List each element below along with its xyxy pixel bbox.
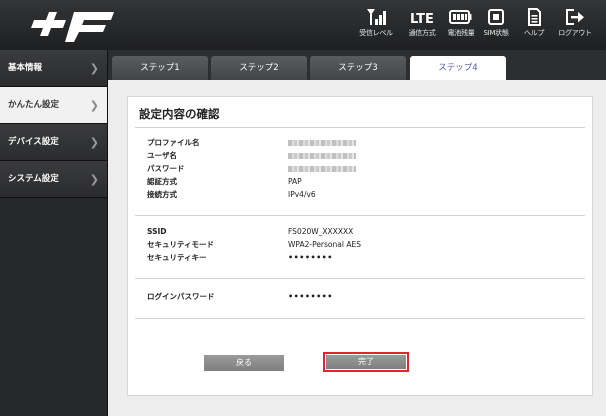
auth-method-label: 認証方式 <box>147 177 177 186</box>
sidebar-item-basic-info[interactable]: 基本情報 ❯ <box>0 50 107 87</box>
tab-step-3[interactable]: ステップ3 <box>310 56 406 80</box>
brand-logo <box>31 12 114 42</box>
section-divider <box>135 318 585 319</box>
signal-label: 受信レベル <box>359 29 393 37</box>
sim-label: SIM状態 <box>483 29 509 37</box>
sidebar-item-device-settings[interactable]: デバイス設定 ❯ <box>0 124 107 161</box>
profile-name-label: プロファイル名 <box>147 138 200 147</box>
connection-method-label: 接続方式 <box>147 190 177 199</box>
sidebar-item-system-settings[interactable]: システム設定 ❯ <box>0 161 107 198</box>
ssid-value: FS020W_XXXXXX <box>288 227 354 236</box>
password-label: パスワード <box>147 164 185 173</box>
step-tabbar: ステップ1 ステップ2 ステップ3 ステップ4 <box>108 50 606 80</box>
battery-icon[interactable]: 電池残量 <box>442 8 480 46</box>
tab-step-4[interactable]: ステップ4 <box>410 56 506 80</box>
sidebar-item-label: 基本情報 <box>8 63 43 73</box>
chevron-right-icon: ❯ <box>89 136 99 149</box>
lte-label: 通信方式 <box>408 29 436 37</box>
auth-method-value: PAP <box>288 177 302 186</box>
done-button-label: 完了 <box>326 355 406 369</box>
username-value-masked <box>288 150 356 163</box>
login-password-label: ログインパスワード <box>147 292 215 301</box>
connection-method-value: IPv4/v6 <box>288 190 316 199</box>
tab-step-1[interactable]: ステップ1 <box>112 56 208 80</box>
chevron-right-icon: ❯ <box>89 62 99 75</box>
help-label: ヘルプ <box>523 29 545 37</box>
section-divider <box>135 215 585 216</box>
sidebar-item-label: デバイス設定 <box>8 137 59 147</box>
lte-badge-text: LTE <box>410 12 434 26</box>
battery-label: 電池残量 <box>447 29 475 37</box>
done-button[interactable]: 完了 <box>323 352 409 372</box>
help-icon[interactable]: ヘルプ <box>515 8 553 46</box>
app-header: 受信レベル LTE 通信方式 電池残量 SIM状態 ヘルプ ログアウト <box>0 0 606 50</box>
ssid-label: SSID <box>147 227 167 236</box>
section-divider <box>135 278 585 279</box>
security-key-value: •••••••• <box>288 253 333 262</box>
tab-step-2[interactable]: ステップ2 <box>211 56 307 80</box>
chevron-right-icon: ❯ <box>89 173 99 186</box>
profile-name-value-masked <box>288 137 356 150</box>
sidebar-item-label: かんたん設定 <box>8 100 60 110</box>
logout-label: ログアウト <box>558 29 592 37</box>
sidebar-empty-area <box>0 198 107 416</box>
sidebar-item-label: システム設定 <box>8 174 59 184</box>
security-mode-value: WPA2-Personal AES <box>288 240 361 249</box>
sidebar-item-easy-setup[interactable]: かんたん設定 ❯ <box>0 87 107 124</box>
security-key-label: セキュリティキー <box>147 253 207 262</box>
security-mode-label: セキュリティモード <box>147 240 215 249</box>
login-password-value: •••••••• <box>288 292 333 301</box>
chevron-right-icon: ❯ <box>89 99 99 112</box>
page-title: 設定内容の確認 <box>139 107 220 121</box>
username-label: ユーザ名 <box>147 151 177 160</box>
password-value-masked <box>288 163 356 176</box>
back-button[interactable]: 戻る <box>204 355 284 371</box>
logout-icon[interactable]: ログアウト <box>556 8 594 46</box>
lte-icon[interactable]: LTE 通信方式 <box>403 8 441 46</box>
sim-icon[interactable]: SIM状態 <box>477 8 515 46</box>
title-divider <box>135 127 585 128</box>
sidebar: 基本情報 ❯ かんたん設定 ❯ デバイス設定 ❯ システム設定 ❯ <box>0 50 108 416</box>
signal-icon[interactable]: 受信レベル <box>357 8 395 46</box>
